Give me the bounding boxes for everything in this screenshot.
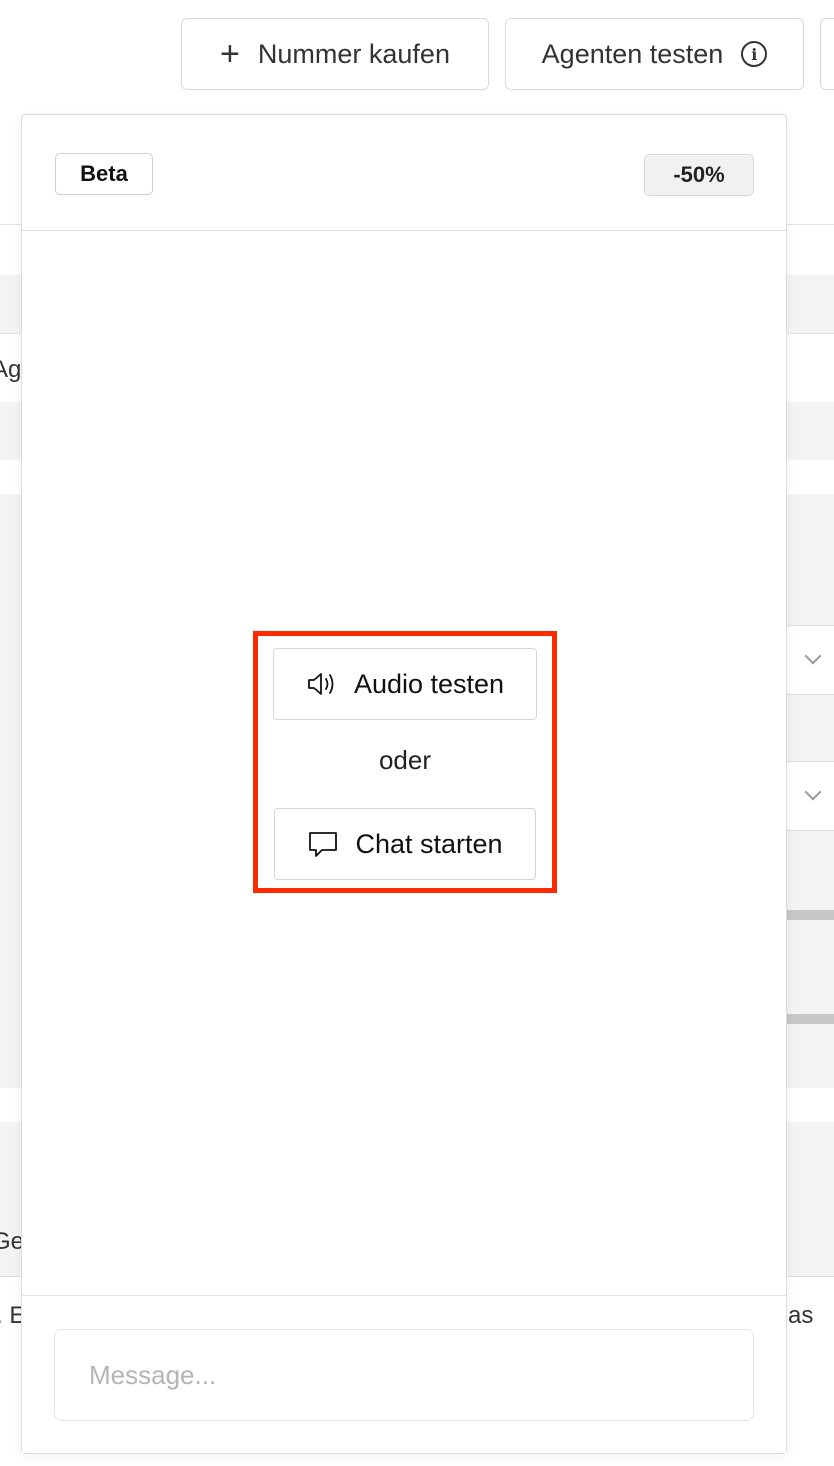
panel-footer [22,1295,786,1453]
background-text-fragment: as [788,1302,814,1329]
background-text-fragment: Ag [0,356,22,383]
test-agent-button[interactable]: Agenten testen i [505,18,804,90]
test-audio-label: Audio testen [353,668,505,699]
agent-test-panel: Beta -50% Audio testen oder Chat starten [21,114,787,1454]
message-input[interactable] [54,1329,754,1421]
chevron-down-icon [804,647,822,665]
background-bar [786,910,834,920]
background-dropdown[interactable] [784,761,834,831]
discount-badge: -50% [644,154,754,196]
or-separator: oder [378,745,432,775]
info-icon[interactable]: i [741,41,768,67]
toolbar-overflow-button[interactable] [820,18,834,90]
chat-bubble-icon [309,832,338,857]
background-dropdown[interactable] [784,625,834,695]
speaker-icon [308,673,334,695]
page: Ag Ge . E as + Nummer kaufen Agenten tes… [0,0,834,1466]
test-audio-button[interactable]: Audio testen [273,648,537,720]
plus-icon: + [220,35,240,73]
background-bar [786,1014,834,1024]
panel-header: Beta -50% [22,115,786,231]
start-chat-label: Chat starten [355,828,503,859]
buy-number-label: Nummer kaufen [257,38,450,69]
beta-badge: Beta [55,153,153,195]
chevron-down-icon [804,783,822,801]
start-chat-button[interactable]: Chat starten [274,808,536,880]
test-agent-label: Agenten testen [541,38,724,69]
buy-number-button[interactable]: + Nummer kaufen [181,18,489,90]
